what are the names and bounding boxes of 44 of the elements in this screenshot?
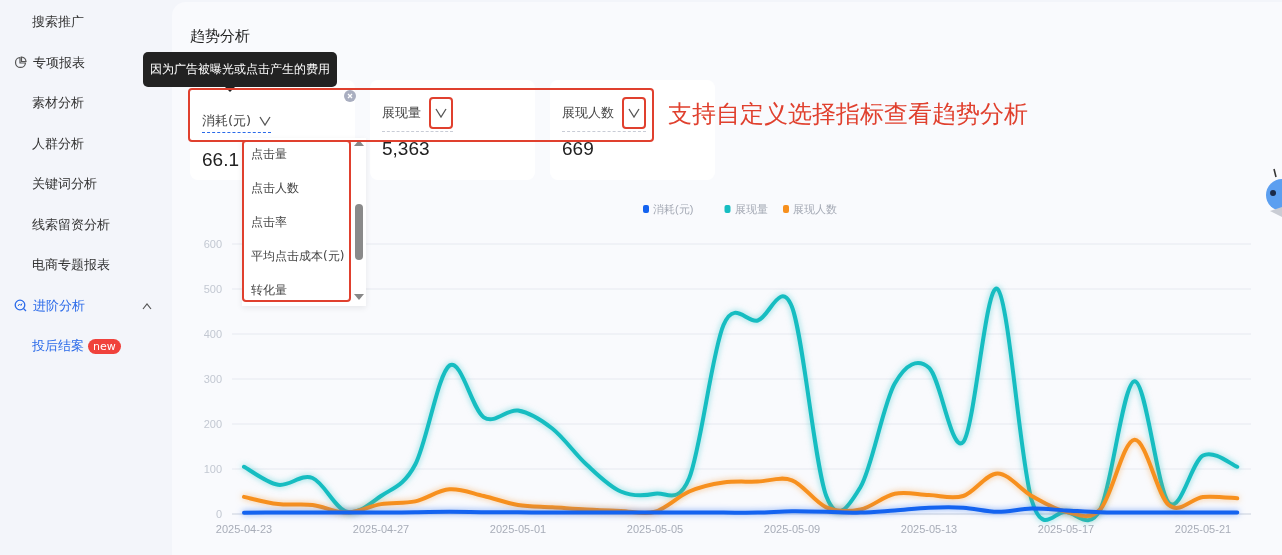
chevron-down-icon xyxy=(628,108,640,118)
sidebar-group-label[interactable]: 专项报表 xyxy=(33,53,85,72)
metric-selector[interactable]: 展现人数 xyxy=(562,97,646,132)
close-icon[interactable] xyxy=(344,90,356,102)
axis-tick-label: 2025-05-21 xyxy=(1174,523,1232,535)
annotation-note: 支持自定义选择指标查看趋势分析 xyxy=(668,99,1028,130)
chevron-up-icon[interactable] xyxy=(142,302,152,310)
dropdown-option[interactable]: 点击人数 xyxy=(251,180,299,197)
section-title: 趋势分析 xyxy=(190,27,251,46)
metric-value: 669 xyxy=(562,138,594,160)
search-chart-icon xyxy=(14,299,27,313)
scrollbar-thumb[interactable] xyxy=(355,204,363,260)
sidebar-item[interactable]: 搜索推广 xyxy=(0,2,172,43)
axis-tick-label: 2025-05-17 xyxy=(1037,523,1095,535)
dropdown-option[interactable]: 转化量 xyxy=(251,282,287,299)
dropdown-option[interactable]: 点击率 xyxy=(251,214,287,231)
dropdown-option[interactable]: 点击量 xyxy=(251,146,287,163)
axis-tick-label: 2025-04-27 xyxy=(352,523,410,535)
sidebar-item[interactable]: 人群分析 xyxy=(32,134,84,153)
chevron-down-icon xyxy=(259,116,272,126)
sidebar-item[interactable]: 素材分析 xyxy=(32,94,84,113)
axis-tick-label: 2025-05-05 xyxy=(626,523,684,535)
sidebar-item[interactable]: 关键词分析 xyxy=(32,175,97,194)
axis-tick-label: 2025-05-13 xyxy=(900,523,958,535)
pie-chart-icon xyxy=(14,56,27,70)
axis-tick-label: 2025-04-23 xyxy=(215,523,273,535)
metric-value: 66.1 xyxy=(202,149,239,171)
sidebar-group-label[interactable]: 进阶分析 xyxy=(33,296,85,315)
tooltip-arrow-icon xyxy=(225,87,235,92)
metric-selector[interactable]: 展现量 xyxy=(382,97,453,132)
metric-selector[interactable]: 消耗(元) xyxy=(202,112,272,133)
axis-tick-label: 2025-05-09 xyxy=(763,523,821,535)
chevron-down-icon xyxy=(435,108,447,118)
sidebar-item[interactable]: 电商专题报表 xyxy=(32,256,110,275)
metric-value: 5,363 xyxy=(382,138,430,160)
tooltip: 因为广告被曝光或点击产生的费用 xyxy=(143,52,337,87)
robot-mascot-icon[interactable] xyxy=(1264,167,1282,219)
new-badge: new xyxy=(88,338,121,354)
dropdown-option[interactable]: 平均点击成本(元) xyxy=(251,248,345,265)
scroll-up-icon[interactable] xyxy=(354,140,364,146)
scroll-down-icon[interactable] xyxy=(354,294,364,300)
sidebar-item[interactable]: 投后结案 xyxy=(32,337,84,356)
axis-tick-label: 2025-05-01 xyxy=(489,523,547,535)
sidebar-item[interactable]: 线索留资分析 xyxy=(32,215,110,234)
